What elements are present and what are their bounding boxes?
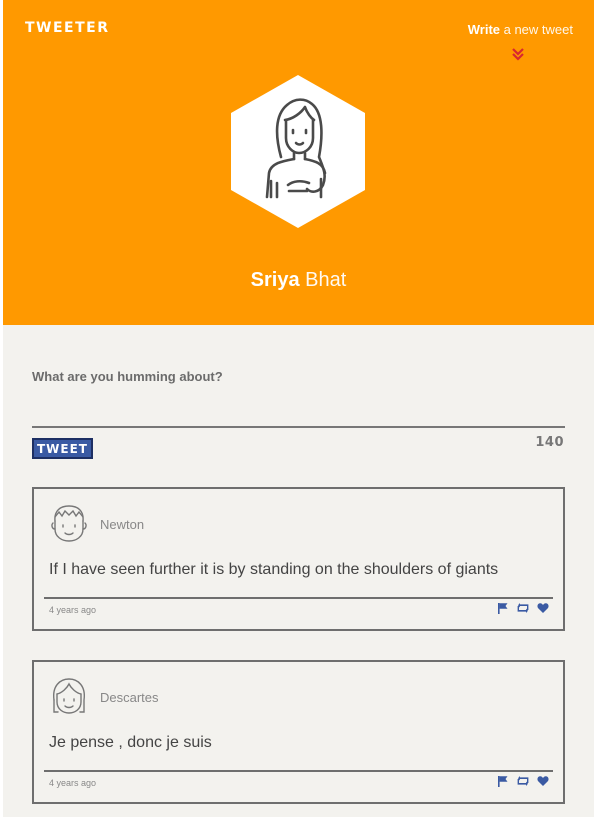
brand-logo[interactable]: TWEETER bbox=[25, 20, 110, 36]
tweet-text: Je pense , donc je suis bbox=[49, 734, 212, 751]
page: TWEETER Write a new tweet Sriya Bhat Wha… bbox=[3, 0, 594, 817]
boy-avatar-icon bbox=[51, 505, 87, 542]
tweet-timestamp: 4 years ago bbox=[49, 605, 97, 615]
tweet-actions bbox=[497, 601, 549, 614]
tweet-divider bbox=[44, 597, 553, 599]
heart-icon[interactable] bbox=[537, 774, 549, 786]
compose-label: What are you humming about? bbox=[32, 369, 223, 384]
flag-icon[interactable] bbox=[497, 601, 509, 614]
tweet-input[interactable] bbox=[32, 398, 565, 428]
tweet-card: Newton If I have seen further it is by s… bbox=[32, 487, 565, 631]
retweet-icon[interactable] bbox=[517, 774, 529, 786]
tweet-text: If I have seen further it is by standing… bbox=[49, 561, 499, 578]
profile-avatar bbox=[231, 75, 365, 228]
tweet-button[interactable]: TWEET bbox=[32, 438, 93, 459]
char-counter: 140 bbox=[535, 435, 564, 450]
retweet-icon[interactable] bbox=[517, 601, 529, 613]
tweet-timestamp: 4 years ago bbox=[49, 778, 97, 788]
write-new-tweet-link[interactable]: Write a new tweet bbox=[468, 22, 573, 37]
tweet-divider bbox=[44, 770, 553, 772]
girl-bangs-avatar-icon bbox=[53, 678, 85, 714]
first-name: Sriya bbox=[250, 269, 300, 291]
write-link-rest: a new tweet bbox=[500, 22, 573, 37]
tweet-card: Descartes Je pense , donc je suis 4 year… bbox=[32, 660, 565, 804]
tweet-author[interactable]: Descartes bbox=[100, 690, 159, 705]
tweet-actions bbox=[497, 774, 549, 787]
double-chevron-down-icon[interactable] bbox=[510, 46, 526, 62]
write-link-bold: Write bbox=[467, 22, 500, 37]
flag-icon[interactable] bbox=[497, 774, 509, 787]
heart-icon[interactable] bbox=[537, 601, 549, 613]
last-name: Bhat bbox=[299, 269, 347, 291]
profile-header: TWEETER Write a new tweet Sriya Bhat bbox=[3, 0, 594, 325]
tweet-author[interactable]: Newton bbox=[100, 517, 144, 532]
profile-name: Sriya Bhat bbox=[3, 269, 594, 292]
